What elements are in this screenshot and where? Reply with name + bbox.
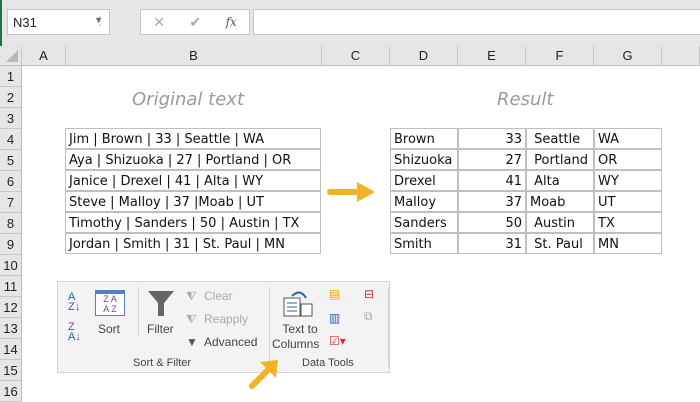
data-tools-group-label: Data Tools — [302, 357, 354, 369]
filter-button[interactable]: Filter — [147, 322, 174, 336]
filter-icon[interactable] — [146, 288, 176, 318]
row-header-13[interactable]: 13 — [0, 318, 22, 339]
formula-input[interactable] — [253, 9, 700, 35]
row-header-2[interactable]: 2 — [0, 87, 22, 108]
original-text-cell[interactable]: Timothy | Sanders | 50 | Austin | TX — [65, 212, 321, 233]
formula-buttons: ✕ ✔ fx — [140, 9, 250, 35]
flash-fill-icon[interactable]: ▤ — [329, 287, 340, 301]
state-cell[interactable]: MN — [594, 233, 662, 254]
city-cell[interactable]: Portland — [526, 149, 594, 170]
last-name-cell[interactable]: Shizuoka — [390, 149, 458, 170]
advanced-filter-icon: ▼ — [186, 335, 198, 349]
columns-label: Columns — [272, 337, 320, 351]
sort-icon[interactable]: Z AA Z — [95, 290, 125, 316]
original-text-cell[interactable]: Janice | Drexel | 41 | Alta | WY — [65, 170, 321, 191]
data-validation-icon[interactable]: ☑▾ — [329, 334, 346, 348]
original-text-cell[interactable]: Jordan | Smith | 31 | St. Paul | MN — [65, 233, 321, 254]
sort-descending-icon[interactable]: Z A↓ — [68, 322, 81, 343]
formula-bar-area: N31 ▼ ⋮ ✕ ✔ fx — [0, 0, 700, 46]
last-name-cell[interactable]: Drexel — [390, 170, 458, 191]
row-header-4[interactable]: 4 — [0, 129, 22, 150]
row-header-15[interactable]: 15 — [0, 360, 22, 381]
last-name-cell[interactable]: Smith — [390, 233, 458, 254]
result-title: Result — [497, 89, 554, 110]
age-cell[interactable]: 50 — [458, 212, 526, 233]
drag-handle-icon[interactable]: ⋮ — [94, 14, 106, 28]
reapply-icon: ⧨ — [186, 312, 197, 326]
city-cell[interactable]: Seattle — [526, 128, 594, 149]
row-header-5[interactable]: 5 — [0, 150, 22, 171]
enter-icon[interactable]: ✔ — [189, 14, 201, 31]
state-cell[interactable]: UT — [594, 191, 662, 212]
select-all-button[interactable] — [0, 46, 22, 66]
original-text-cell[interactable]: Steve | Malloy | 37 |Moab | UT — [65, 191, 321, 212]
clear-button[interactable]: Clear — [204, 289, 233, 303]
row-header-1[interactable]: 1 — [0, 66, 22, 87]
last-name-cell[interactable]: Brown — [390, 128, 458, 149]
original-title: Original text — [132, 89, 244, 110]
age-cell[interactable]: 27 — [458, 149, 526, 170]
name-box-value: N31 — [13, 15, 37, 30]
row-header-8[interactable]: 8 — [0, 213, 22, 234]
column-header-next[interactable] — [662, 46, 700, 66]
pointer-arrow-icon — [249, 360, 278, 389]
row-header-11[interactable]: 11 — [0, 276, 22, 297]
state-cell[interactable]: WY — [594, 170, 662, 191]
row-header-10[interactable]: 10 — [0, 255, 22, 276]
insert-function-icon[interactable]: fx — [226, 15, 237, 29]
row-header-14[interactable]: 14 — [0, 339, 22, 360]
row-header-3[interactable]: 3 — [0, 108, 22, 129]
sort-ascending-icon[interactable]: A Z↓ — [68, 292, 80, 313]
city-cell[interactable]: Moab — [526, 191, 594, 212]
city-cell[interactable]: Austin — [526, 212, 594, 233]
column-header-G[interactable]: G — [594, 46, 662, 66]
column-header-B[interactable]: B — [66, 46, 322, 66]
column-header-E[interactable]: E — [458, 46, 526, 66]
age-cell[interactable]: 31 — [458, 233, 526, 254]
age-cell[interactable]: 37 — [458, 191, 526, 212]
state-cell[interactable]: OR — [594, 149, 662, 170]
row-header-6[interactable]: 6 — [0, 171, 22, 192]
reapply-button[interactable]: Reapply — [204, 312, 248, 326]
state-cell[interactable]: TX — [594, 212, 662, 233]
ribbon-data-tab: A Z↓ Z A↓ Z AA Z Sort Filter ⧨ Clear ⧨ Rea… — [57, 281, 390, 373]
age-cell[interactable]: 41 — [458, 170, 526, 191]
row-header-7[interactable]: 7 — [0, 192, 22, 213]
column-header-C[interactable]: C — [322, 46, 390, 66]
sort-button[interactable]: Sort — [98, 322, 120, 336]
row-header-16[interactable]: 16 — [0, 381, 22, 402]
remove-duplicates-icon[interactable]: ▥ — [329, 311, 340, 325]
column-header-A[interactable]: A — [22, 46, 66, 66]
right-arrow-icon — [327, 182, 375, 202]
relationships-icon: ⧉ — [364, 309, 373, 323]
row-header-9[interactable]: 9 — [0, 234, 22, 255]
city-cell[interactable]: St. Paul — [526, 233, 594, 254]
state-cell[interactable]: WA — [594, 128, 662, 149]
original-text-cell[interactable]: Aya | Shizuoka | 27 | Portland | OR — [65, 149, 321, 170]
column-header-F[interactable]: F — [526, 46, 594, 66]
text-to-label: Text to — [282, 322, 318, 336]
text-to-columns-button[interactable]: Text to Columns — [272, 322, 319, 352]
city-cell[interactable]: Alta — [526, 170, 594, 191]
cancel-icon[interactable]: ✕ — [153, 14, 165, 31]
column-header-D[interactable]: D — [390, 46, 458, 66]
text-to-columns-icon[interactable] — [282, 288, 314, 318]
row-header-12[interactable]: 12 — [0, 297, 22, 318]
last-name-cell[interactable]: Sanders — [390, 212, 458, 233]
last-name-cell[interactable]: Malloy — [390, 191, 458, 212]
clear-filter-icon: ⧨ — [186, 289, 197, 303]
sort-filter-group-label: Sort & Filter — [133, 357, 192, 369]
original-text-cell[interactable]: Jim | Brown | 33 | Seattle | WA — [65, 128, 321, 149]
consolidate-icon[interactable]: ⊟ — [364, 287, 374, 301]
age-cell[interactable]: 33 — [458, 128, 526, 149]
advanced-button[interactable]: Advanced — [204, 335, 257, 349]
